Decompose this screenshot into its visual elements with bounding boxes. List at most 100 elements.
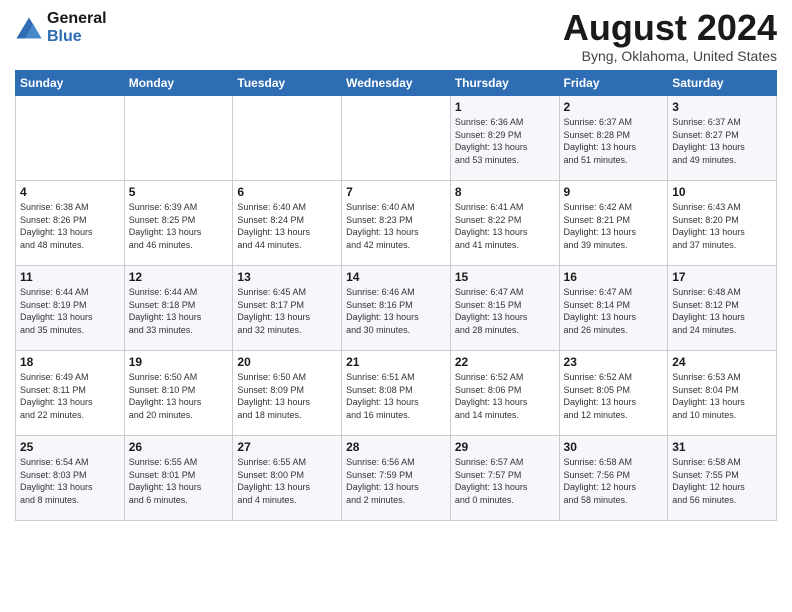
week-row-2: 4Sunrise: 6:38 AM Sunset: 8:26 PM Daylig… [16, 181, 777, 266]
calendar-cell: 28 Sunrise: 6:56 AM Sunset: 7:59 PM Dayli… [342, 436, 451, 521]
day-number: 4 [20, 185, 120, 199]
day-info: Sunrise: 6:42 AM Sunset: 8:21 PM Dayligh… [564, 201, 664, 251]
calendar-cell [233, 96, 342, 181]
calendar-cell [124, 96, 233, 181]
calendar-cell: 11 Sunrise: 6:44 AM Sunset: 8:19 PM Dayli… [16, 266, 125, 351]
day-number: 13 [237, 270, 337, 284]
day-number: 12 [129, 270, 229, 284]
header-day-thursday: Thursday [450, 71, 559, 96]
day-info: Sunrise: 6:56 AM Sunset: 7:59 PM Dayligh… [346, 456, 446, 506]
day-number: 20 [237, 355, 337, 369]
day-number: 26 [129, 440, 229, 454]
calendar-cell: 22 Sunrise: 6:52 AM Sunset: 8:06 PM Dayli… [450, 351, 559, 436]
logo-line2: Blue [47, 28, 107, 46]
day-number: 29 [455, 440, 555, 454]
day-number: 7 [346, 185, 446, 199]
day-number: 22 [455, 355, 555, 369]
calendar-cell: 1Sunrise: 6:36 AM Sunset: 8:29 PM Daylig… [450, 96, 559, 181]
day-number: 19 [129, 355, 229, 369]
day-info: Sunrise: 6:37 AM Sunset: 8:28 PM Dayligh… [564, 116, 664, 166]
day-number: 21 [346, 355, 446, 369]
day-number: 15 [455, 270, 555, 284]
calendar-cell: 14 Sunrise: 6:46 AM Sunset: 8:16 PM Dayli… [342, 266, 451, 351]
calendar-cell: 27 Sunrise: 6:55 AM Sunset: 8:00 PM Dayli… [233, 436, 342, 521]
calendar-cell: 8Sunrise: 6:41 AM Sunset: 8:22 PM Daylig… [450, 181, 559, 266]
location: Byng, Oklahoma, United States [563, 48, 777, 64]
header: General Blue August 2024 Byng, Oklahoma,… [15, 10, 777, 64]
day-number: 23 [564, 355, 664, 369]
header-day-sunday: Sunday [16, 71, 125, 96]
day-info: Sunrise: 6:44 AM Sunset: 8:18 PM Dayligh… [129, 286, 229, 336]
calendar-header: SundayMondayTuesdayWednesdayThursdayFrid… [16, 71, 777, 96]
header-row: SundayMondayTuesdayWednesdayThursdayFrid… [16, 71, 777, 96]
day-info: Sunrise: 6:37 AM Sunset: 8:27 PM Dayligh… [672, 116, 772, 166]
calendar-cell: 18Sunrise: 6:49 AM Sunset: 8:11 PM Dayli… [16, 351, 125, 436]
day-number: 11 [20, 270, 120, 284]
day-info: Sunrise: 6:58 AM Sunset: 7:56 PM Dayligh… [564, 456, 664, 506]
calendar-page: General Blue August 2024 Byng, Oklahoma,… [0, 0, 792, 531]
calendar-cell [342, 96, 451, 181]
day-info: Sunrise: 6:43 AM Sunset: 8:20 PM Dayligh… [672, 201, 772, 251]
calendar-cell [16, 96, 125, 181]
calendar-cell: 24 Sunrise: 6:53 AM Sunset: 8:04 PM Dayli… [668, 351, 777, 436]
day-number: 5 [129, 185, 229, 199]
day-number: 31 [672, 440, 772, 454]
day-number: 25 [20, 440, 120, 454]
day-info: Sunrise: 6:52 AM Sunset: 8:06 PM Dayligh… [455, 371, 555, 421]
day-info: Sunrise: 6:47 AM Sunset: 8:15 PM Dayligh… [455, 286, 555, 336]
calendar-cell: 10 Sunrise: 6:43 AM Sunset: 8:20 PM Dayli… [668, 181, 777, 266]
day-info: Sunrise: 6:55 AM Sunset: 8:01 PM Dayligh… [129, 456, 229, 506]
calendar-cell: 25 Sunrise: 6:54 AM Sunset: 8:03 PM Dayli… [16, 436, 125, 521]
calendar-cell: 31 Sunrise: 6:58 AM Sunset: 7:55 PM Dayli… [668, 436, 777, 521]
calendar-cell: 12 Sunrise: 6:44 AM Sunset: 8:18 PM Dayli… [124, 266, 233, 351]
calendar-cell: 6Sunrise: 6:40 AM Sunset: 8:24 PM Daylig… [233, 181, 342, 266]
day-info: Sunrise: 6:40 AM Sunset: 8:23 PM Dayligh… [346, 201, 446, 251]
day-number: 18 [20, 355, 120, 369]
week-row-3: 11 Sunrise: 6:44 AM Sunset: 8:19 PM Dayli… [16, 266, 777, 351]
day-number: 17 [672, 270, 772, 284]
calendar-cell: 17 Sunrise: 6:48 AM Sunset: 8:12 PM Dayli… [668, 266, 777, 351]
calendar-table: SundayMondayTuesdayWednesdayThursdayFrid… [15, 70, 777, 521]
day-info: Sunrise: 6:50 AM Sunset: 8:09 PM Dayligh… [237, 371, 337, 421]
day-number: 24 [672, 355, 772, 369]
day-info: Sunrise: 6:46 AM Sunset: 8:16 PM Dayligh… [346, 286, 446, 336]
calendar-cell: 9 Sunrise: 6:42 AM Sunset: 8:21 PM Daylig… [559, 181, 668, 266]
calendar-cell: 15 Sunrise: 6:47 AM Sunset: 8:15 PM Dayli… [450, 266, 559, 351]
day-number: 2 [564, 100, 664, 114]
calendar-body: 1Sunrise: 6:36 AM Sunset: 8:29 PM Daylig… [16, 96, 777, 521]
month-title: August 2024 [563, 10, 777, 46]
day-number: 27 [237, 440, 337, 454]
calendar-cell: 7 Sunrise: 6:40 AM Sunset: 8:23 PM Daylig… [342, 181, 451, 266]
day-info: Sunrise: 6:40 AM Sunset: 8:24 PM Dayligh… [237, 201, 337, 251]
day-info: Sunrise: 6:48 AM Sunset: 8:12 PM Dayligh… [672, 286, 772, 336]
day-info: Sunrise: 6:39 AM Sunset: 8:25 PM Dayligh… [129, 201, 229, 251]
day-number: 14 [346, 270, 446, 284]
day-info: Sunrise: 6:53 AM Sunset: 8:04 PM Dayligh… [672, 371, 772, 421]
day-number: 9 [564, 185, 664, 199]
day-number: 3 [672, 100, 772, 114]
day-info: Sunrise: 6:44 AM Sunset: 8:19 PM Dayligh… [20, 286, 120, 336]
calendar-cell: 5 Sunrise: 6:39 AM Sunset: 8:25 PM Daylig… [124, 181, 233, 266]
logo-line1: General [47, 10, 107, 28]
header-day-wednesday: Wednesday [342, 71, 451, 96]
calendar-cell: 13Sunrise: 6:45 AM Sunset: 8:17 PM Dayli… [233, 266, 342, 351]
logo-icon [15, 14, 43, 42]
day-number: 30 [564, 440, 664, 454]
day-number: 10 [672, 185, 772, 199]
calendar-cell: 29Sunrise: 6:57 AM Sunset: 7:57 PM Dayli… [450, 436, 559, 521]
week-row-1: 1Sunrise: 6:36 AM Sunset: 8:29 PM Daylig… [16, 96, 777, 181]
calendar-cell: 21Sunrise: 6:51 AM Sunset: 8:08 PM Dayli… [342, 351, 451, 436]
day-info: Sunrise: 6:55 AM Sunset: 8:00 PM Dayligh… [237, 456, 337, 506]
week-row-4: 18Sunrise: 6:49 AM Sunset: 8:11 PM Dayli… [16, 351, 777, 436]
day-info: Sunrise: 6:50 AM Sunset: 8:10 PM Dayligh… [129, 371, 229, 421]
day-number: 28 [346, 440, 446, 454]
week-row-5: 25 Sunrise: 6:54 AM Sunset: 8:03 PM Dayli… [16, 436, 777, 521]
header-day-monday: Monday [124, 71, 233, 96]
day-info: Sunrise: 6:54 AM Sunset: 8:03 PM Dayligh… [20, 456, 120, 506]
calendar-cell: 16Sunrise: 6:47 AM Sunset: 8:14 PM Dayli… [559, 266, 668, 351]
calendar-cell: 19 Sunrise: 6:50 AM Sunset: 8:10 PM Dayli… [124, 351, 233, 436]
calendar-cell: 2 Sunrise: 6:37 AM Sunset: 8:28 PM Daylig… [559, 96, 668, 181]
header-day-saturday: Saturday [668, 71, 777, 96]
day-info: Sunrise: 6:58 AM Sunset: 7:55 PM Dayligh… [672, 456, 772, 506]
title-block: August 2024 Byng, Oklahoma, United State… [563, 10, 777, 64]
